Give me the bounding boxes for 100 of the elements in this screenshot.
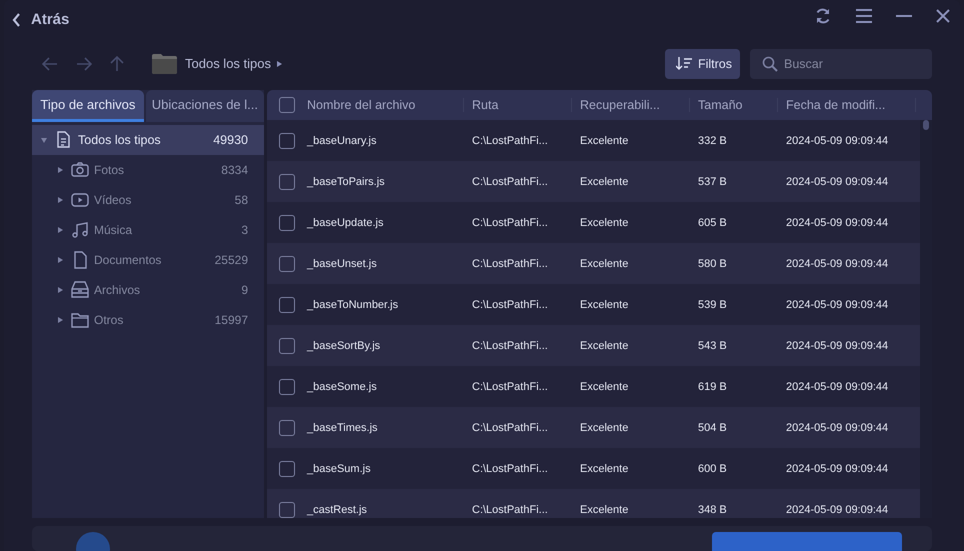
table-cell-text: Excelente [580, 258, 630, 270]
item-count: 3 [241, 223, 248, 238]
table-row[interactable]: _baseUnset.js C:\LostPathFi... Excelente 580 B 2024-05-09 09:09:44 [267, 243, 920, 284]
checkbox[interactable] [279, 174, 295, 190]
refresh-icon[interactable] [814, 6, 832, 25]
tree-item[interactable]: Música 3 [32, 215, 264, 246]
tree-label: Vídeos [94, 193, 132, 208]
column-header[interactable]: Fecha de modifi... [786, 98, 916, 112]
table-cell-text: _castRest.js [307, 504, 368, 516]
item-count: 25529 [214, 253, 248, 268]
table-cell-text: 600 B [698, 462, 728, 475]
tab[interactable]: Ubicaciones de l... [146, 90, 264, 122]
table-cell-text: 2024-05-09 09:09:44 [786, 134, 890, 147]
breadcrumb-item[interactable]: Todos los tipos [185, 56, 271, 72]
table-cell-text: C:\LostPathFi... [472, 176, 549, 188]
column-header[interactable]: Tamaño [698, 98, 778, 112]
table-cell-text: Excelente [580, 298, 630, 311]
table-cell-text: _baseToPairs.js [307, 176, 386, 188]
table-cell-text: 2024-05-09 09:09:44 [786, 340, 890, 352]
item-count: 15997 [214, 313, 248, 328]
table-cell-text: _baseSome.js [307, 380, 378, 393]
column-header[interactable]: Nombre del archivo [307, 98, 464, 112]
caret-icon[interactable] [277, 60, 282, 67]
table-cell-text: 537 B [698, 176, 728, 188]
checkbox[interactable] [279, 296, 295, 313]
table-cell-text: 332 B [698, 134, 728, 147]
table-cell-text: C:\LostPathFi... [472, 134, 549, 147]
table-cell-text: 2024-05-09 09:09:44 [786, 176, 890, 188]
close-icon[interactable] [936, 8, 950, 23]
back-button[interactable]: Atrás [12, 11, 70, 28]
folder-icon [152, 54, 177, 74]
table-cell-text: Excelente [580, 422, 630, 434]
table-cell-text: C:\LostPathFi... [472, 298, 549, 311]
checkbox[interactable] [279, 256, 295, 272]
table-cell-text: Excelente [580, 504, 630, 516]
table-cell-text: 543 B [698, 340, 728, 352]
table-cell-text: C:\LostPathFi... [472, 462, 549, 475]
table-cell-text: C:\LostPathFi... [472, 422, 549, 434]
tree-item[interactable]: Vídeos 58 [32, 185, 264, 216]
minimize-icon[interactable] [896, 14, 912, 17]
tree-item[interactable]: Archivos 9 [32, 275, 264, 306]
checkbox[interactable] [279, 338, 295, 354]
table-row[interactable]: _castRest.js C:\LostPathFi... Excelente 348 B 2024-05-09 09:09:44 [267, 489, 920, 518]
tree-label: Música [94, 223, 134, 238]
checkbox[interactable] [279, 460, 295, 477]
archive-drawer-icon [71, 281, 89, 300]
music-note-icon [71, 221, 89, 240]
table-cell-text: 348 B [698, 504, 728, 516]
tree-item[interactable]: Otros 15997 [32, 305, 264, 336]
item-count: 9 [241, 283, 248, 298]
table-cell-text: _baseUpdate.js [307, 216, 384, 229]
table-cell-text: Excelente [580, 340, 630, 352]
table-cell-text: Excelente [580, 462, 630, 475]
checkbox[interactable] [279, 97, 295, 114]
tree-label: Documentos [94, 253, 162, 268]
filter-button[interactable]: Filtros [664, 48, 740, 79]
tree-label: Archivos [94, 283, 142, 298]
table-cell-text: _baseTimes.js [307, 422, 379, 434]
table-cell-text: C:\LostPathFi... [472, 216, 549, 229]
tree-item[interactable]: Fotos 8334 [32, 155, 264, 186]
table-cell-text: 580 B [698, 258, 728, 270]
table-row[interactable]: _baseToPairs.js C:\LostPathFi... Excelente 537 B 2024-05-09 09:09:44 [267, 161, 920, 202]
table-cell-text: 2024-05-09 09:09:44 [786, 258, 890, 270]
checkbox[interactable] [279, 214, 295, 231]
column-header[interactable]: Ruta [472, 98, 572, 112]
checkbox[interactable] [279, 420, 295, 436]
table-cell-text: C:\LostPathFi... [472, 380, 549, 393]
table-cell-text: Excelente [580, 216, 630, 229]
search-field[interactable]: Buscar [750, 48, 932, 79]
chevron-left-icon [12, 12, 21, 27]
table-cell-text: Excelente [580, 134, 630, 147]
table-cell-text: _baseUnary.js [307, 134, 378, 147]
table-cell-text: C:\LostPathFi... [472, 258, 549, 270]
checkbox[interactable] [279, 378, 295, 395]
table-cell-text: _baseToNumber.js [307, 298, 400, 311]
column-header[interactable]: Recuperabili... [580, 98, 690, 112]
table-cell-text: C:\LostPathFi... [472, 340, 549, 352]
table-cell-text: _baseSum.js [307, 462, 372, 475]
table-cell-text: 2024-05-09 09:09:44 [786, 504, 890, 516]
tree-label: Otros [94, 313, 124, 328]
tree-item[interactable]: Documentos 25529 [32, 245, 264, 276]
caret-icon[interactable] [38, 138, 50, 143]
tree-item[interactable]: Todos los tipos 49930 [32, 125, 264, 156]
table-row[interactable]: _baseSortBy.js C:\LostPathFi... Excelente 543 B 2024-05-09 09:09:44 [267, 325, 920, 366]
checkbox[interactable] [279, 502, 295, 518]
table-cell-text: 2024-05-09 09:09:44 [786, 380, 890, 393]
table-row[interactable]: _baseTimes.js C:\LostPathFi... Excelente 504 B 2024-05-09 09:09:44 [267, 407, 920, 448]
camera-icon [71, 161, 89, 180]
table-cell-text: 619 B [698, 380, 728, 393]
table-cell-text: Excelente [580, 380, 630, 393]
menu-icon[interactable] [856, 8, 872, 23]
checkbox[interactable] [279, 132, 295, 149]
table-cell-text: 2024-05-09 09:09:44 [786, 298, 890, 311]
table-cell-text: 2024-05-09 09:09:44 [786, 422, 890, 434]
item-count: 8334 [221, 163, 248, 178]
table-cell-text: 504 B [698, 422, 728, 434]
sort-icon [676, 57, 692, 70]
table-cell-text: Excelente [580, 176, 630, 188]
table-cell-text: _baseSortBy.js [307, 340, 382, 352]
tab[interactable]: Tipo de archivos [32, 90, 144, 122]
